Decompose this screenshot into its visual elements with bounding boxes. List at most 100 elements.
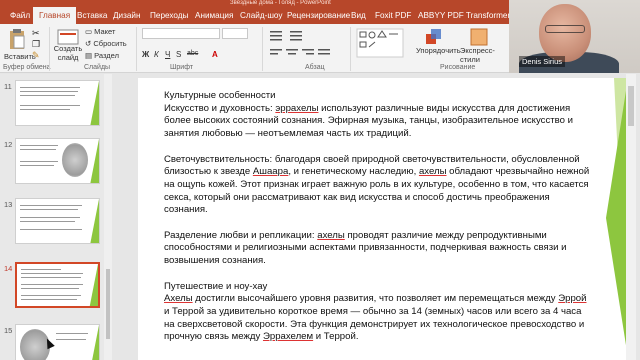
slide-accent-green bbox=[606, 78, 628, 358]
thumbnail-text-line bbox=[20, 165, 54, 166]
slide-thumbnail-15[interactable] bbox=[15, 324, 100, 360]
strikethrough-button[interactable]: abc bbox=[187, 50, 198, 57]
slide-number: 15 bbox=[4, 326, 13, 335]
term-errahely: эррахелы bbox=[275, 102, 319, 114]
group-drawing-label: Рисование bbox=[440, 64, 476, 71]
layout-label: Макет bbox=[94, 27, 116, 36]
thumbnail-text-line bbox=[20, 205, 82, 206]
font-name-field[interactable] bbox=[142, 28, 220, 39]
cut-icon[interactable]: ✂ bbox=[32, 28, 40, 39]
paragraph-travel-text-c: и Террой. bbox=[313, 331, 359, 343]
thumbnail-image bbox=[62, 143, 88, 177]
reset-button[interactable]: ↺ Сбросить bbox=[85, 39, 127, 48]
slide-heading: Культурные особенности bbox=[164, 90, 276, 101]
term-erra: Эррой bbox=[558, 293, 587, 305]
editor-scrollbar[interactable] bbox=[626, 74, 636, 360]
separator bbox=[136, 27, 137, 71]
thumbnail-accent bbox=[90, 199, 99, 243]
thumbnail-text-line bbox=[20, 217, 80, 218]
term-ahely: ахелы bbox=[418, 166, 447, 178]
thumbnail-accent bbox=[90, 325, 99, 360]
thumbnail-text-line bbox=[21, 295, 81, 296]
new-slide-icon[interactable] bbox=[57, 29, 79, 45]
underline-button[interactable]: Ч bbox=[165, 50, 170, 59]
slide-thumbnail-14[interactable] bbox=[15, 262, 100, 308]
group-slides-label: Слайды bbox=[84, 64, 111, 71]
separator bbox=[350, 27, 351, 71]
shapes-gallery-icon[interactable] bbox=[356, 28, 404, 58]
presenter-glasses bbox=[545, 25, 585, 33]
thumbnails-scrollbar[interactable] bbox=[104, 74, 112, 360]
tab-review[interactable]: Рецензирование bbox=[287, 7, 350, 24]
layout-button[interactable]: ▭ Макет bbox=[85, 27, 115, 36]
thumbnail-text-line bbox=[20, 95, 75, 96]
paragraph-photo-text-b: , и генетическому наследию, bbox=[288, 166, 419, 178]
font-size-field[interactable] bbox=[222, 28, 248, 39]
tab-file[interactable]: Файл bbox=[10, 7, 30, 24]
font-color-icon[interactable]: A bbox=[212, 50, 218, 59]
slide-number: 14 bbox=[4, 264, 13, 273]
thumbnail-text-line bbox=[20, 149, 56, 150]
shadow-button[interactable]: S bbox=[176, 50, 181, 59]
thumbnail-text-line bbox=[21, 269, 61, 270]
term-errahel: Эррахелем bbox=[262, 331, 314, 343]
group-paragraph-label: Абзац bbox=[305, 64, 325, 71]
tab-view[interactable]: Вид bbox=[351, 7, 366, 24]
italic-button[interactable]: К bbox=[154, 50, 159, 59]
paste-icon[interactable] bbox=[8, 28, 26, 50]
editor-scroll-thumb[interactable] bbox=[628, 86, 634, 126]
slide-thumbnail-12[interactable] bbox=[15, 138, 100, 184]
group-clipboard-label: Буфер обмена bbox=[3, 64, 51, 71]
tab-insert[interactable]: Вставка bbox=[77, 7, 107, 24]
slide-editor: Культурные особенности Искусство и духов… bbox=[112, 74, 640, 360]
format-painter-icon[interactable]: ✎ bbox=[32, 50, 40, 61]
separator bbox=[49, 27, 50, 71]
presenter-name: Denis Sirius bbox=[519, 56, 566, 67]
thumbnail-text-line bbox=[56, 339, 86, 340]
slide-text-body[interactable]: Культурные особенности Искусство и духов… bbox=[164, 90, 594, 357]
thumbnails-scroll-thumb[interactable] bbox=[106, 269, 110, 339]
thumbnail-text-line bbox=[21, 273, 83, 274]
thumbnail-text-line bbox=[21, 284, 83, 285]
tab-home[interactable]: Главная bbox=[33, 7, 77, 24]
thumbnail-text-line bbox=[56, 333, 88, 334]
thumbnail-text-line bbox=[21, 299, 77, 300]
presenter-head bbox=[539, 4, 591, 62]
tab-animations[interactable]: Анимация bbox=[195, 7, 233, 24]
thumbnail-accent bbox=[89, 264, 98, 306]
slide-thumbnail-13[interactable] bbox=[15, 198, 100, 244]
thumbnail-text-line bbox=[20, 161, 58, 162]
thumbnail-text-line bbox=[20, 109, 70, 110]
paragraph-love-lead: Разделение любви и репликации: bbox=[164, 229, 318, 241]
tab-slideshow[interactable]: Слайд-шоу bbox=[240, 7, 282, 24]
arrange-button[interactable]: Упорядочить bbox=[416, 46, 461, 55]
slide-canvas[interactable]: Культурные особенности Искусство и духов… bbox=[138, 78, 628, 360]
slide-thumbnail-11[interactable] bbox=[15, 80, 100, 126]
term-ahely: Ахелы bbox=[164, 293, 193, 305]
tab-abbyy[interactable]: ABBYY PDF Transformer+ bbox=[418, 7, 515, 24]
arrange-icon[interactable] bbox=[425, 28, 443, 46]
paragraph-love-replication: Разделение любви и репликации: ахелы про… bbox=[164, 230, 594, 268]
term-ahely: ахелы bbox=[317, 229, 345, 241]
bold-button[interactable]: Ж bbox=[142, 50, 149, 59]
separator bbox=[262, 27, 263, 71]
paragraph-art: Искусство и духовность: эррахелы использ… bbox=[164, 103, 594, 141]
section-button[interactable]: ▤ Раздел bbox=[85, 51, 119, 60]
tab-design[interactable]: Дизайн bbox=[113, 7, 141, 24]
tab-transitions[interactable]: Переходы bbox=[150, 7, 188, 24]
paragraph-travel-text-a: достигли высочайшего уровня развития, чт… bbox=[192, 293, 559, 305]
thumbnail-text-line bbox=[20, 221, 75, 222]
thumbnail-accent bbox=[90, 81, 99, 125]
paragraph-art-lead: Искусство и духовность: bbox=[164, 102, 276, 114]
tab-foxit[interactable]: Foxit PDF bbox=[375, 7, 411, 24]
quick-styles-button[interactable]: Экспресс-стили bbox=[460, 46, 504, 64]
copy-icon[interactable]: ❐ bbox=[32, 39, 40, 50]
thumbnail-accent bbox=[90, 139, 99, 183]
slide-number: 13 bbox=[4, 200, 13, 209]
slide-number: 11 bbox=[4, 82, 12, 91]
term-ashaara: Ашаара bbox=[252, 166, 289, 178]
webcam-overlay: Denis Sirius bbox=[509, 0, 640, 73]
quick-styles-icon[interactable] bbox=[470, 28, 488, 46]
thumbnail-text-line bbox=[20, 145, 58, 146]
create-slide-button[interactable]: Создать слайд bbox=[52, 44, 84, 62]
